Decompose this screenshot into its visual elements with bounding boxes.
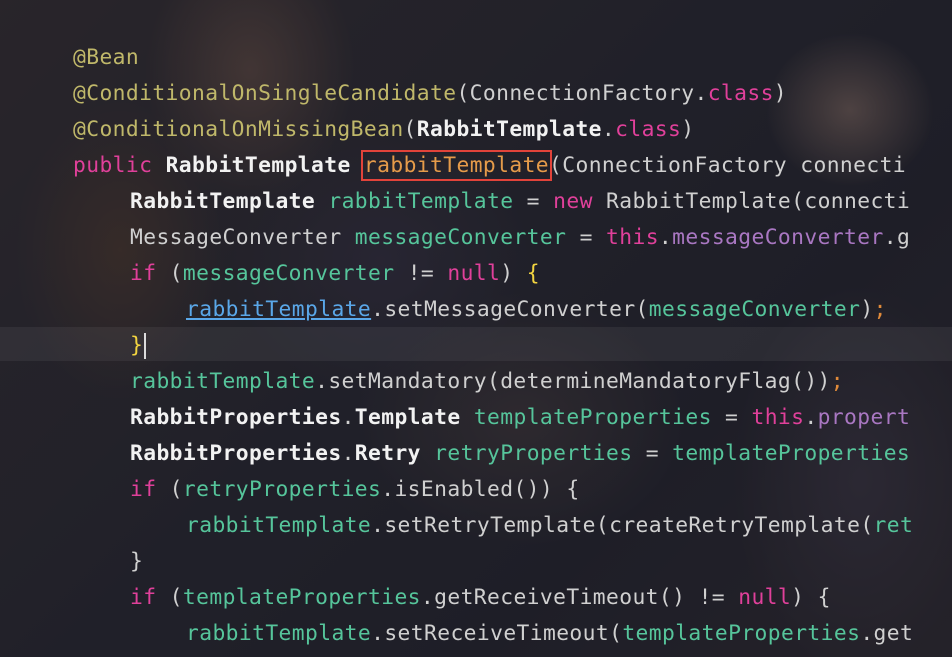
dot: . [341, 405, 355, 430]
assign: = [513, 189, 554, 214]
code-line-17[interactable]: rabbitTemplate.setReceiveTimeout(templat… [186, 616, 913, 652]
type-name: RabbitTemplate [130, 189, 316, 214]
code-line-7[interactable]: if (messageConverter != null) { [130, 256, 540, 292]
code-line-4[interactable]: public RabbitTemplate rabbitTemplate(Con… [73, 148, 906, 184]
code-line-8[interactable]: rabbitTemplate.setMessageConverter(messa… [186, 292, 887, 328]
type-name: RabbitProperties [130, 441, 342, 466]
semicolon: ; [830, 369, 844, 394]
operator: != [394, 261, 448, 286]
method-call: .isEnabled()) { [381, 477, 580, 502]
return-type: RabbitTemplate [165, 153, 351, 178]
keyword-public: public [73, 153, 153, 178]
brace-match-close: } [130, 333, 144, 358]
code-line-16[interactable]: if (templateProperties.getReceiveTimeout… [130, 580, 831, 616]
method-call: .setMessageConverter( [371, 297, 649, 322]
assign: = [711, 405, 752, 430]
constructor-call: RabbitTemplate(connecti [592, 189, 911, 214]
method-call: .setMandatory(determineMandatoryFlag()) [315, 369, 831, 394]
dot: . [694, 81, 708, 106]
paren: ) [773, 81, 788, 106]
field-reference: messageConverter [672, 225, 884, 250]
keyword-this: this [606, 225, 659, 250]
variable-reference: templateProperties [672, 441, 911, 466]
local-variable: messageConverter [182, 261, 395, 286]
local-variable: rabbitTemplate [328, 189, 514, 214]
local-variable: rabbitTemplate [186, 513, 372, 538]
dot: . [601, 117, 616, 142]
keyword-if: if [130, 261, 157, 286]
local-variable: rabbitTemplate [186, 621, 372, 646]
paren: ( [403, 117, 417, 142]
paren: ) [860, 297, 874, 322]
code-line-12[interactable]: RabbitProperties.Retry retryProperties =… [130, 436, 910, 472]
inner-type-name: Retry [354, 441, 421, 466]
paren: ( [156, 477, 183, 502]
code-line-13[interactable]: if (retryProperties.isEnabled()) { [130, 472, 580, 508]
annotation-conditional-missing: @ConditionalOnMissingBean [73, 117, 404, 142]
brace-match-open: { [526, 261, 540, 286]
code-line-14[interactable]: rabbitTemplate.setRetryTemplate(createRe… [186, 508, 913, 544]
paren: ) [681, 117, 695, 142]
keyword-class: class [707, 81, 774, 106]
code-line-15[interactable]: } [130, 544, 143, 580]
code-line-11[interactable]: RabbitProperties.Template templateProper… [130, 400, 910, 436]
keyword-null: null [447, 261, 501, 286]
method-call: .g [883, 225, 911, 250]
dot: . [658, 225, 673, 250]
paren: ) { [791, 585, 831, 610]
method-call: .setRetryTemplate(createRetryTemplate( [371, 513, 874, 538]
keyword-this: this [751, 405, 805, 430]
assign: = [632, 441, 673, 466]
code-line-9[interactable]: } [130, 328, 147, 364]
method-params: (ConnectionFactory connecti [549, 153, 907, 178]
keyword-class: class [615, 117, 682, 142]
code-line-3[interactable]: @ConditionalOnMissingBean(RabbitTemplate… [73, 112, 694, 148]
argument: messageConverter [648, 297, 861, 322]
method-call: .setReceiveTimeout( [371, 621, 623, 646]
local-variable: rabbitTemplate [130, 369, 316, 394]
annotation-bean: @Bean [73, 45, 140, 70]
keyword-null: null [738, 585, 792, 610]
assign: = [566, 225, 607, 250]
method-name-highlighted[interactable]: rabbitTemplate [360, 150, 553, 181]
code-line-6[interactable]: MessageConverter messageConverter = this… [130, 220, 910, 256]
method-call: .get [860, 621, 914, 646]
argument: templateProperties [622, 621, 861, 646]
method-call: .getReceiveTimeout() != [420, 585, 739, 610]
code-line-10[interactable]: rabbitTemplate.setMandatory(determineMan… [130, 364, 844, 400]
semicolon: ; [873, 297, 887, 322]
paren: ( [156, 261, 183, 286]
type-name: ConnectionFactory [469, 81, 695, 106]
local-variable: templateProperties [182, 585, 421, 610]
text-cursor [144, 333, 147, 359]
code-line-5[interactable]: RabbitTemplate rabbitTemplate = new Rabb… [130, 184, 910, 220]
local-variable: templateProperties [473, 405, 712, 430]
type-name: RabbitTemplate [416, 117, 602, 142]
inner-type-name: Template [354, 405, 461, 430]
dot: . [804, 405, 818, 430]
type-name: RabbitProperties [130, 405, 342, 430]
annotation-conditional-single: @ConditionalOnSingleCandidate [73, 81, 457, 106]
field-reference: propert [817, 405, 911, 430]
dot: . [341, 441, 355, 466]
paren: ( [456, 81, 470, 106]
code-line-1[interactable]: @Bean [73, 40, 139, 76]
code-line-2[interactable]: @ConditionalOnSingleCandidate(Connection… [73, 76, 787, 112]
keyword-if: if [130, 477, 157, 502]
paren: ( [156, 585, 183, 610]
type-name: MessageConverter [130, 225, 342, 250]
local-variable: retryProperties [182, 477, 382, 502]
keyword-new: new [553, 189, 593, 214]
keyword-if: if [130, 585, 157, 610]
variable-link[interactable]: rabbitTemplate [186, 297, 371, 322]
brace-close: } [130, 549, 144, 574]
local-variable: messageConverter [354, 225, 567, 250]
paren: ) [500, 261, 527, 286]
local-variable: retryProperties [434, 441, 633, 466]
argument: ret [873, 513, 914, 538]
